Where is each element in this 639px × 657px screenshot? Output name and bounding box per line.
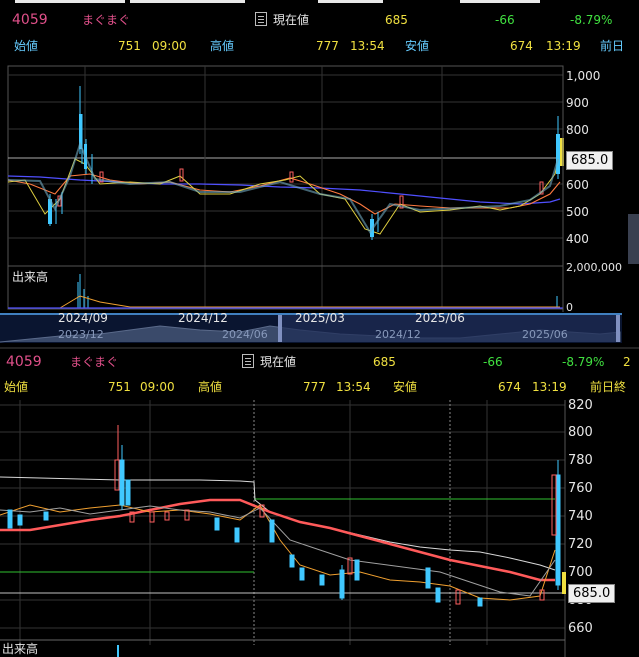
bottom-extra: 2 (623, 355, 631, 369)
top-axis-1000: 1,000 (566, 69, 601, 83)
memo-icon (242, 354, 254, 368)
top-xaxis-1: 2024/09 (58, 311, 108, 325)
bottom-current-price-label[interactable]: 現在値 (242, 354, 296, 370)
bottom-open-value: 751 (108, 380, 131, 394)
prev-label: 前日 (600, 39, 625, 53)
bottom-price-tag: 685.0 (568, 584, 616, 603)
bottom-axis-780: 780 (568, 453, 593, 468)
tab-3[interactable] (318, 0, 383, 3)
top-xaxis-4: 2025/06 (415, 311, 465, 325)
bottom-price-change-pct: -8.79% (562, 355, 605, 369)
stock-code: 4059 (12, 12, 48, 28)
top-axis-600: 600 (566, 178, 589, 192)
bottom-prev-label: 前日終 (590, 380, 627, 394)
open-time: 09:00 (152, 39, 187, 53)
top-volume-axis-max: 2,000,000 (566, 261, 622, 274)
high-value: 777 (316, 39, 339, 53)
top-quote-row1: 4059 まぐまぐ 現在値 685 -66 -8.79% (0, 12, 639, 34)
bottom-low-time: 13:19 (532, 380, 567, 394)
bottom-stock-name: まぐまぐ (70, 355, 119, 369)
open-value: 751 (118, 39, 141, 53)
bottom-high-value: 777 (303, 380, 326, 394)
low-label: 安値 (405, 39, 430, 53)
bottom-open-time: 09:00 (140, 380, 175, 394)
top-axis-400: 400 (566, 232, 589, 246)
current-price: 685 (385, 13, 408, 27)
tab-2[interactable] (130, 0, 245, 3)
top-chart-svg (0, 65, 622, 343)
bottom-axis-740: 740 (568, 509, 593, 524)
nav-date-2: 2024/06 (222, 328, 268, 341)
top-volume-axis-zero: 0 (566, 301, 573, 314)
bottom-stock-code: 4059 (6, 354, 42, 370)
open-label: 始値 (14, 39, 39, 53)
panel-divider (0, 347, 639, 349)
bottom-high-time: 13:54 (336, 380, 371, 394)
bottom-axis-820: 820 (568, 398, 593, 413)
nav-date-3: 2024/12 (375, 328, 421, 341)
bottom-quote-row2: 始値 751 09:00 高値 777 13:54 安値 674 13:19 前… (0, 379, 639, 401)
top-xaxis-2: 2024/12 (178, 311, 228, 325)
nav-date-1: 2023/12 (58, 328, 104, 341)
price-change: -66 (495, 13, 515, 27)
bottom-price-change: -66 (483, 355, 503, 369)
bottom-chart-area[interactable]: 820 800 780 760 740 720 700 680 660 685.… (0, 398, 639, 657)
top-axis-500: 500 (566, 205, 589, 219)
memo-icon (255, 12, 267, 26)
stock-name: まぐまぐ (82, 13, 131, 27)
top-axis-900: 900 (566, 96, 589, 110)
window-tabs (0, 0, 639, 4)
top-volume-label: 出来高 (12, 270, 49, 284)
top-quote-row2: 始値 751 09:00 高値 777 13:54 安値 674 13:19 前… (0, 38, 639, 60)
bottom-low-value: 674 (498, 380, 521, 394)
nav-date-4: 2025/06 (522, 328, 568, 341)
low-time: 13:19 (546, 39, 581, 53)
top-price-tag: 685.0 (566, 151, 614, 170)
current-price-label[interactable]: 現在値 (255, 12, 309, 28)
top-xaxis-3: 2025/03 (295, 311, 345, 325)
bottom-quote-row1: 4059 まぐまぐ 現在値 685 -66 -8.79% 2 (0, 354, 639, 376)
low-value: 674 (510, 39, 533, 53)
bottom-axis-720: 720 (568, 537, 593, 552)
tab-1[interactable] (15, 0, 125, 3)
bottom-low-label: 安値 (393, 380, 418, 394)
top-scroll-handle[interactable] (628, 214, 639, 264)
bottom-chart-svg (0, 400, 566, 657)
bottom-axis-800: 800 (568, 425, 593, 440)
high-time: 13:54 (350, 39, 385, 53)
tab-4[interactable] (460, 0, 540, 3)
bottom-open-label: 始値 (4, 380, 29, 394)
bottom-axis-700: 700 (568, 565, 593, 580)
bottom-axis-660: 660 (568, 621, 593, 636)
price-change-pct: -8.79% (570, 13, 613, 27)
bottom-current-price: 685 (373, 355, 396, 369)
high-label: 高値 (210, 39, 235, 53)
bottom-high-label: 高値 (198, 380, 223, 394)
top-chart-area[interactable]: 1,000 900 800 700 600 500 400 2,000,000 … (0, 64, 639, 344)
bottom-volume-label: 出来高 (2, 642, 39, 656)
top-axis-800: 800 (566, 123, 589, 137)
bottom-axis-760: 760 (568, 481, 593, 496)
